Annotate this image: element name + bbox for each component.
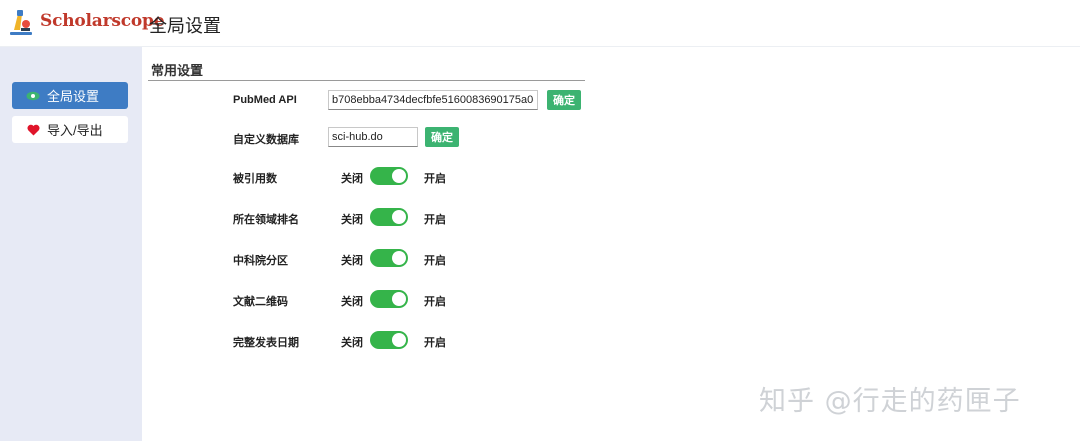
full-date-toggle[interactable] bbox=[370, 331, 408, 349]
toggle-label-qr-code: 文献二维码 bbox=[233, 296, 288, 308]
toggle-knob bbox=[392, 251, 406, 265]
toggle-knob bbox=[392, 292, 406, 306]
toggle-label-full-date: 完整发表日期 bbox=[233, 337, 299, 349]
toggle-off-label: 关闭 bbox=[341, 296, 363, 308]
qr-code-toggle[interactable] bbox=[370, 290, 408, 308]
custom-db-input[interactable] bbox=[328, 127, 418, 147]
section-title: 常用设置 bbox=[151, 63, 204, 78]
toggle-off-label: 关闭 bbox=[341, 255, 363, 267]
toggle-off-label: 关闭 bbox=[341, 173, 363, 185]
field-rank-toggle[interactable] bbox=[370, 208, 408, 226]
toggle-on-label: 开启 bbox=[424, 337, 446, 349]
top-bar: Scholarscope 全局设置 bbox=[0, 0, 1080, 47]
toggle-knob bbox=[392, 210, 406, 224]
sidebar-item-label: 导入/导出 bbox=[47, 123, 103, 138]
pubmed-api-input[interactable] bbox=[328, 90, 538, 110]
microscope-logo-icon bbox=[10, 10, 32, 35]
sidebar: 全局设置 导入/导出 bbox=[0, 47, 142, 441]
custom-db-confirm-button[interactable]: 确定 bbox=[425, 127, 459, 147]
pubmed-api-label: PubMed API bbox=[233, 94, 297, 106]
pubmed-api-confirm-button[interactable]: 确定 bbox=[547, 90, 581, 110]
toggle-on-label: 开启 bbox=[424, 173, 446, 185]
heart-icon bbox=[26, 123, 40, 137]
toggle-on-label: 开启 bbox=[424, 214, 446, 226]
sidebar-item-import-export[interactable]: 导入/导出 bbox=[12, 116, 128, 143]
toggle-on-label: 开启 bbox=[424, 255, 446, 267]
toggle-knob bbox=[392, 169, 406, 183]
section-divider bbox=[148, 80, 585, 81]
toggle-off-label: 关闭 bbox=[341, 337, 363, 349]
toggle-knob bbox=[392, 333, 406, 347]
page-title: 全局设置 bbox=[149, 16, 221, 36]
watermark-text: 知乎 @行走的药匣子 bbox=[759, 386, 1021, 417]
eye-icon bbox=[26, 89, 40, 103]
cas-partition-toggle[interactable] bbox=[370, 249, 408, 267]
citations-toggle[interactable] bbox=[370, 167, 408, 185]
sidebar-item-global-settings[interactable]: 全局设置 bbox=[12, 82, 128, 109]
toggle-off-label: 关闭 bbox=[341, 214, 363, 226]
toggle-on-label: 开启 bbox=[424, 296, 446, 308]
toggle-label-cas-partition: 中科院分区 bbox=[233, 255, 288, 267]
sidebar-item-label: 全局设置 bbox=[47, 89, 100, 104]
toggle-label-field-rank: 所在领域排名 bbox=[233, 214, 299, 226]
brand-name: Scholarscope bbox=[40, 11, 165, 31]
custom-db-label: 自定义数据库 bbox=[233, 134, 299, 146]
toggle-label-citations: 被引用数 bbox=[233, 173, 277, 185]
